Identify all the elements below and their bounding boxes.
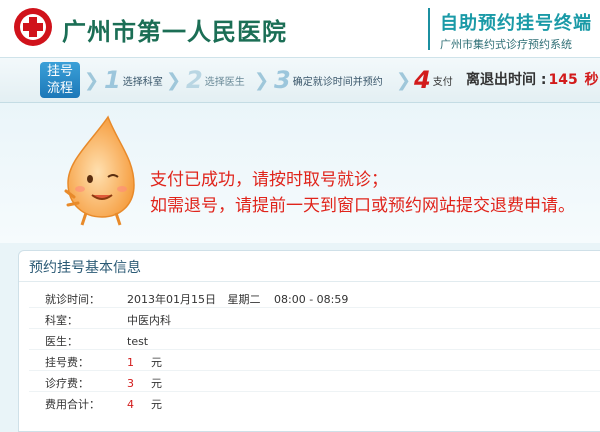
terminal-subtitle: 广州市集约式诊疗预约系统	[440, 38, 572, 51]
countdown-value: 145	[548, 72, 578, 88]
treatment-fee-row: 诊疗费： 3 元	[45, 375, 162, 395]
total-fee-label: 费用合计：	[45, 398, 100, 411]
step-number: 2	[186, 66, 203, 94]
total-fee-row: 费用合计： 4 元	[45, 396, 162, 416]
chevron-right-icon: ❯	[254, 70, 270, 91]
info-panel-title: 预约挂号基本信息	[29, 260, 141, 276]
visit-date: 2013年01月15日	[127, 293, 216, 306]
payment-success-area: 支付已成功，请按时取号就诊； 如需退号，请提前一天到窗口或预约网站提交退费申请。	[0, 103, 600, 243]
doctor-row: 医生： test	[45, 333, 148, 353]
doctor-label: 医生：	[45, 335, 78, 348]
chevron-right-icon: ❯	[396, 70, 412, 91]
treatment-fee-value: 3	[127, 377, 134, 390]
countdown-label: 离退出时间 :	[466, 72, 547, 88]
registration-fee-row: 挂号费： 1 元	[45, 354, 162, 374]
step-number: 3	[274, 66, 291, 94]
currency-unit: 元	[151, 377, 162, 390]
currency-unit: 元	[151, 398, 162, 411]
row-divider	[29, 370, 600, 371]
department-value: 中医内科	[127, 314, 171, 327]
step-payment: 4 支付	[414, 66, 453, 94]
step-number: 4	[414, 66, 431, 94]
row-divider	[29, 349, 600, 350]
countdown-unit: 秒	[584, 72, 599, 88]
water-drop-mascot-icon	[64, 115, 135, 226]
step-label: 选择科室	[122, 76, 163, 88]
flow-badge-line1: 挂号	[46, 64, 73, 79]
hospital-cross-logo-icon	[14, 8, 52, 46]
row-divider	[29, 307, 600, 308]
registration-fee-label: 挂号费：	[45, 356, 89, 369]
step-select-department: 1 选择科室	[104, 66, 163, 94]
appointment-info-panel: 预约挂号基本信息 就诊时间： 2013年01月15日 星期二 08:00 - 08…	[18, 250, 600, 432]
step-confirm-time: 3 确定就诊时间并预约	[274, 66, 383, 94]
visit-slot: 08:00 - 08:59	[274, 293, 349, 306]
header: 广州市第一人民医院 自助预约挂号终端 广州市集约式诊疗预约系统	[0, 0, 600, 58]
terminal-title: 自助预约挂号终端	[440, 13, 592, 34]
info-title-divider	[19, 281, 600, 282]
department-label: 科室：	[45, 314, 78, 327]
step-label: 支付	[432, 76, 453, 88]
exit-countdown: 离退出时间 :145 秒	[466, 69, 599, 89]
registration-fee-value: 1	[127, 356, 134, 369]
step-label: 确定就诊时间并预约	[292, 76, 383, 88]
chevron-right-icon: ❯	[166, 70, 182, 91]
success-message: 支付已成功，请按时取号就诊； 如需退号，请提前一天到窗口或预约网站提交退费申请。	[150, 167, 575, 219]
visit-time-label: 就诊时间：	[45, 293, 100, 306]
success-line-2: 如需退号，请提前一天到窗口或预约网站提交退费申请。	[150, 196, 575, 216]
currency-unit: 元	[151, 356, 162, 369]
department-row: 科室： 中医内科	[45, 312, 171, 332]
success-line-1: 支付已成功，请按时取号就诊；	[150, 170, 388, 190]
registration-steps-bar: 挂号 流程 ❯ 1 选择科室 ❯ 2 选择医生 ❯ 3 确定就诊时间并预约 ❯ 4 支付…	[0, 58, 600, 103]
step-number: 1	[104, 66, 121, 94]
header-divider	[428, 8, 430, 50]
flow-badge-line2: 流程	[46, 81, 73, 96]
step-label: 选择医生	[204, 76, 245, 88]
treatment-fee-label: 诊疗费：	[45, 377, 89, 390]
row-divider	[29, 391, 600, 392]
visit-time-row: 就诊时间： 2013年01月15日 星期二 08:00 - 08:59	[45, 291, 348, 311]
step-select-doctor: 2 选择医生	[186, 66, 245, 94]
doctor-value: test	[127, 335, 149, 348]
visit-weekday: 星期二	[227, 293, 261, 306]
flow-badge: 挂号 流程	[40, 62, 80, 98]
chevron-right-icon: ❯	[84, 70, 100, 91]
row-divider	[29, 328, 600, 329]
hospital-name: 广州市第一人民医院	[62, 18, 287, 46]
total-fee-value: 4	[127, 398, 134, 411]
